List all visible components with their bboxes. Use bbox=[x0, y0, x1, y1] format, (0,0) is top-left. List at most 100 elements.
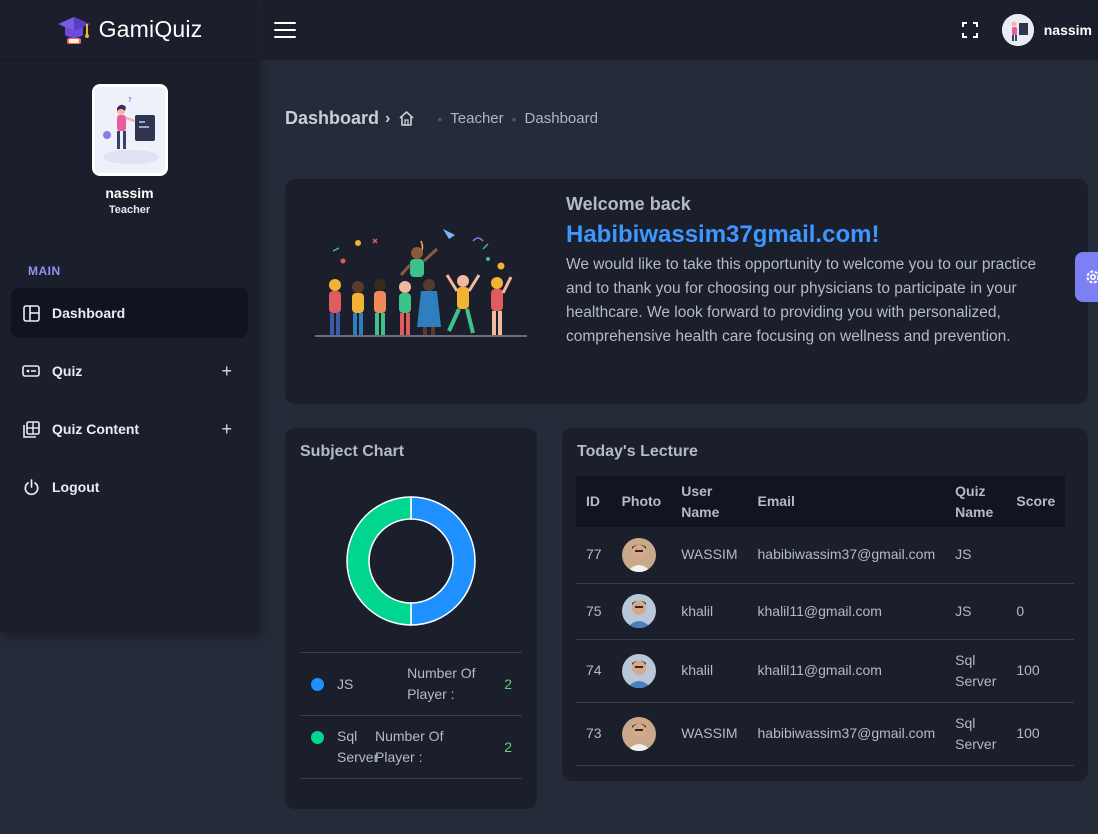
table-row: 73 WASSIM habibiwassim37@gmail.com Sql Serv… bbox=[576, 702, 1074, 766]
cell-id: 74 bbox=[576, 639, 612, 703]
cell-score: 0 bbox=[1006, 583, 1066, 640]
breadcrumb-separator: • bbox=[511, 110, 517, 127]
profile: ? nassim Teacher bbox=[0, 60, 259, 216]
cell-spacer bbox=[1065, 639, 1074, 703]
brand[interactable]: GamiQuiz bbox=[0, 0, 259, 60]
user-photo-avatar[interactable] bbox=[621, 594, 656, 628]
cell-score: 100 bbox=[1006, 639, 1066, 703]
cell-photo bbox=[611, 583, 672, 640]
top-bar: nassim bbox=[260, 0, 1098, 60]
expand-plus-icon[interactable]: + bbox=[221, 361, 232, 382]
top-bar-right: nassim bbox=[961, 14, 1098, 46]
home-icon[interactable] bbox=[398, 110, 415, 127]
table-row: 74 khalil khalil11@gmail.com Sql Server 100 bbox=[576, 639, 1074, 703]
cell-user-name: WASSIM bbox=[671, 527, 748, 584]
legend-row: JS Number Of Player : 2 bbox=[300, 653, 522, 716]
page-title: Dashboard bbox=[285, 108, 380, 128]
breadcrumb-separator: • bbox=[437, 110, 443, 127]
cell-photo bbox=[611, 702, 672, 766]
sidebar-item-dashboard[interactable]: Dashboard bbox=[11, 288, 248, 338]
subject-chart-card: Subject Chart JS Number Of Player : 2 Sq… bbox=[285, 428, 537, 809]
table-row: 75 khalil khalil11@gmail.com JS 0 bbox=[576, 583, 1074, 640]
sidebar-item-label: Dashboard bbox=[52, 305, 126, 321]
profile-role: Teacher bbox=[108, 204, 151, 216]
cell-score: 100 bbox=[1006, 702, 1066, 766]
subject-donut-chart bbox=[346, 496, 476, 626]
gallery-icon bbox=[22, 420, 40, 438]
sidebar-item-label: Quiz bbox=[52, 363, 83, 379]
svg-text:?: ? bbox=[128, 96, 132, 104]
gear-icon bbox=[1086, 270, 1098, 284]
legend-label: JS bbox=[337, 675, 354, 692]
power-icon bbox=[22, 478, 40, 496]
cell-id: 75 bbox=[576, 583, 612, 640]
ticket-icon bbox=[22, 362, 40, 380]
cell-score bbox=[1006, 527, 1066, 584]
profile-avatar[interactable]: ? bbox=[91, 84, 168, 176]
column-header[interactable]: User Name bbox=[671, 476, 747, 527]
welcome-subtitle: Welcome back bbox=[566, 194, 691, 214]
celebrating-kids-illustration bbox=[315, 229, 527, 337]
cell-email: habibiwassim37@gmail.com bbox=[747, 527, 946, 584]
sidebar-item-quiz-content[interactable]: Quiz Content + bbox=[11, 404, 248, 454]
legend-count: 2 bbox=[504, 676, 512, 692]
sidebar-menu: Dashboard Quiz + Quiz Content + Logout bbox=[0, 288, 259, 512]
chevron-right-icon: › bbox=[385, 109, 391, 127]
welcome-text: Welcome back Habibiwassim37gmail.com! We… bbox=[566, 194, 1066, 349]
legend-label: Sql Server bbox=[337, 728, 379, 765]
cell-user-name: WASSIM bbox=[671, 702, 748, 766]
fullscreen-icon[interactable] bbox=[961, 22, 978, 38]
column-header[interactable]: Email bbox=[748, 476, 946, 527]
cell-user-name: khalil bbox=[671, 639, 748, 703]
lecture-table: ID Photo User Name Email Quiz Name Score… bbox=[576, 476, 1074, 766]
welcome-email: Habibiwassim37gmail.com! bbox=[566, 221, 880, 248]
legend-row: Sql Server Number Of Player : 2 bbox=[300, 716, 522, 779]
column-header[interactable]: ID bbox=[576, 476, 612, 527]
table-header-row: ID Photo User Name Email Quiz Name Score bbox=[576, 476, 1074, 527]
donut-slice-sql-server[interactable] bbox=[346, 496, 412, 626]
sidebar-item-logout[interactable]: Logout bbox=[11, 462, 248, 512]
welcome-message: We would like to take this opportunity t… bbox=[566, 256, 1037, 345]
legend-caption: Number Of Player : bbox=[407, 665, 476, 702]
expand-plus-icon[interactable]: + bbox=[221, 419, 232, 440]
sidebar-item-label: Logout bbox=[52, 479, 100, 495]
welcome-card: Welcome back Habibiwassim37gmail.com! We… bbox=[285, 179, 1088, 404]
column-header[interactable]: Quiz Name bbox=[945, 476, 1006, 527]
subject-chart-title: Subject Chart bbox=[300, 443, 405, 460]
graduation-cap-icon bbox=[57, 16, 90, 44]
dashboard-icon bbox=[22, 304, 40, 322]
user-avatar[interactable] bbox=[1001, 14, 1034, 46]
user-photo-avatar[interactable] bbox=[621, 537, 656, 572]
sidebar-item-label: Quiz Content bbox=[52, 421, 140, 437]
cell-id: 77 bbox=[576, 527, 612, 584]
column-header[interactable]: Photo bbox=[612, 476, 672, 527]
table-row: 77 WASSIM habibiwassim37@gmail.com JS bbox=[576, 527, 1074, 584]
menu-toggle-icon[interactable] bbox=[274, 22, 296, 38]
user-photo-avatar[interactable] bbox=[621, 653, 656, 688]
top-user-name[interactable]: nassim bbox=[1044, 22, 1092, 38]
todays-lecture-card: Today's Lecture ID Photo User Name Email… bbox=[562, 428, 1088, 781]
cell-photo bbox=[611, 639, 672, 703]
column-header-spacer bbox=[1065, 476, 1074, 527]
chart-legend: JS Number Of Player : 2 Sql Server Numbe… bbox=[300, 652, 522, 779]
cell-quiz-name: Sql Server bbox=[945, 639, 1007, 703]
column-header[interactable]: Score bbox=[1006, 476, 1065, 527]
legend-count: 2 bbox=[504, 739, 512, 755]
breadcrumb: Dashboard › • Teacher • Dashboard bbox=[285, 108, 598, 129]
sidebar-item-quiz[interactable]: Quiz + bbox=[11, 346, 248, 396]
cell-spacer bbox=[1065, 527, 1074, 584]
cell-quiz-name: JS bbox=[945, 527, 1007, 584]
cell-email: habibiwassim37@gmail.com bbox=[747, 702, 946, 766]
settings-gear-button[interactable] bbox=[1075, 252, 1098, 302]
breadcrumb-item-teacher[interactable]: Teacher bbox=[450, 110, 503, 127]
menu-section-title: MAIN bbox=[28, 264, 61, 278]
cell-spacer bbox=[1065, 702, 1074, 766]
donut-slice-js[interactable] bbox=[410, 496, 476, 626]
cell-quiz-name: Sql Server bbox=[945, 702, 1007, 766]
teacher-illustration: ? bbox=[94, 87, 165, 173]
cell-spacer bbox=[1065, 583, 1074, 640]
user-photo-avatar[interactable] bbox=[621, 716, 656, 751]
todays-lecture-title: Today's Lecture bbox=[577, 443, 698, 460]
sidebar: GamiQuiz ? nassim Teacher MAIN Dashboard… bbox=[0, 0, 259, 632]
cell-quiz-name: JS bbox=[945, 583, 1007, 640]
